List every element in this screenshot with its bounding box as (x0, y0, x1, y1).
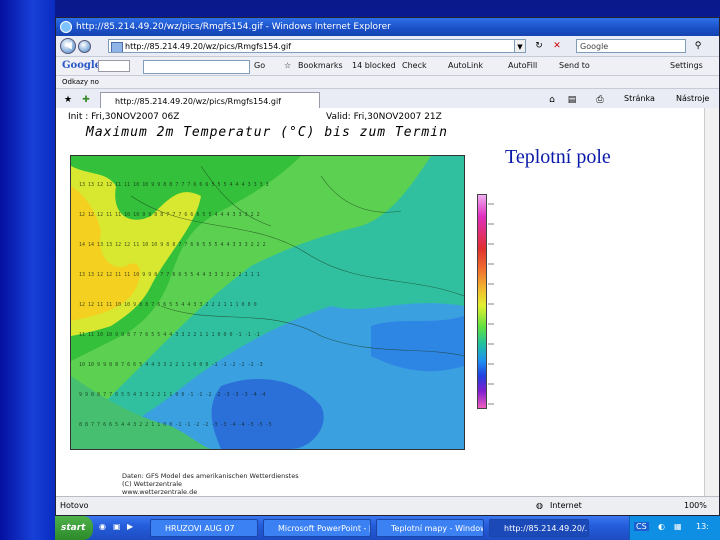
vertical-scrollbar[interactable] (704, 108, 719, 498)
slide-caption: Teplotní pole (505, 146, 611, 168)
home-icon[interactable]: ⌂ (546, 94, 558, 106)
address-text: http://85.214.49.20/wz/pics/Rmgfs154.gif (125, 42, 291, 51)
svg-text:8 8 7 7 6 6 5 4 4 3 2 2 1 1 0: 8 8 7 7 6 6 5 4 4 3 2 2 1 1 0 0 -1 -1 -2… (79, 422, 272, 428)
color-scale-tick-marks (488, 203, 494, 405)
map-credits: Daten: GFS Model des amerikanischen Wett… (122, 472, 299, 496)
window-title: http://85.214.49.20/wz/pics/Rmgfs154.gif… (76, 22, 391, 32)
favorites-label[interactable]: Odkazy no (62, 76, 99, 88)
svg-text:13 13 12 12 11 11 10 10 9 9 8: 13 13 12 12 11 11 10 10 9 9 8 8 7 7 7 6 … (79, 182, 269, 188)
tab-label: http://85.214.49.20/wz/pics/Rmgfs154.gif (115, 97, 281, 106)
status-text: Hotovo (60, 501, 89, 510)
security-zone: Internet (550, 501, 582, 510)
temperature-map: 13 13 12 12 11 11 10 10 9 9 8 8 7 7 7 6 … (70, 155, 465, 450)
slide-left-bar (0, 0, 55, 540)
browser-window: http://85.214.49.20/wz/pics/Rmgfs154.gif… (55, 17, 720, 516)
taskbar-item-browser[interactable]: http://85.214.49.20/... (489, 519, 589, 537)
feeds-icon[interactable]: ▤ (566, 94, 578, 106)
tray-icon[interactable]: ◐ (658, 522, 665, 531)
clock: 13: (696, 522, 709, 531)
send-to-button[interactable]: Send to (559, 60, 590, 72)
taskbar: start ◉ ▣ ▶ HRUZOVI AUG 07 Microsoft Pow… (55, 516, 720, 540)
forward-button[interactable] (78, 40, 91, 53)
language-indicator[interactable]: CS (634, 522, 649, 531)
map-valid-time: Valid: Fri,30NOV2007 21Z (326, 112, 442, 122)
google-logo: Google (62, 60, 102, 71)
google-toolbar: Google Go ☆ Bookmarks 14 blocked Check A… (56, 57, 719, 76)
ie-icon (60, 21, 72, 33)
svg-text:12 12 11 11 10 10 9 8 8 7 6 6: 12 12 11 11 10 10 9 8 8 7 6 6 5 5 4 4 3 … (79, 302, 257, 308)
quicklaunch-ie-icon[interactable]: ◉ (99, 522, 106, 531)
temperature-color-scale (477, 194, 487, 409)
bookmarks-icon[interactable]: ☆ (284, 60, 291, 72)
check-button[interactable]: Check (402, 60, 427, 72)
svg-text:13 13 12 12 11 11 10 9 9 8 7 7: 13 13 12 12 11 11 10 9 9 8 7 7 6 6 5 5 4… (79, 272, 260, 278)
color-scale-ticks (488, 194, 500, 409)
svg-text:14 14 13 13 12 12 11 10 10 9 8: 14 14 13 13 12 12 11 10 10 9 8 8 7 7 6 6… (79, 242, 266, 248)
system-tray: CS ◐ ▦ 13: (629, 516, 720, 540)
back-button[interactable]: ◀ (60, 38, 76, 54)
autolink-button[interactable]: AutoLink (448, 60, 483, 72)
temperature-map-graphic: 13 13 12 12 11 11 10 10 9 9 8 8 7 7 7 6 … (71, 156, 464, 449)
google-toolbar-menu[interactable] (98, 60, 130, 72)
page-content: Init : Fri,30NOV2007 06Z Valid: Fri,30NO… (56, 108, 719, 496)
map-title: Maximum 2m Temperatur (°C) bis zum Termi… (86, 125, 448, 140)
address-bar[interactable]: http://85.214.49.20/wz/pics/Rmgfs154.gif… (108, 39, 526, 53)
autofill-button[interactable]: AutoFill (508, 60, 537, 72)
taskbar-item-folder[interactable]: HRUZOVI AUG 07 (150, 519, 258, 537)
start-button[interactable]: start (55, 516, 93, 540)
globe-icon: ◍ (536, 501, 543, 510)
map-init-time: Init : Fri,30NOV2007 06Z (68, 112, 180, 122)
svg-text:10 10 9 9 8 8 7 6 6 5 4 4 3 3: 10 10 9 9 8 8 7 6 6 5 4 4 3 3 2 2 1 1 0 … (79, 362, 263, 368)
window-titlebar[interactable]: http://85.214.49.20/wz/pics/Rmgfs154.gif… (56, 18, 719, 36)
favorites-star-icon[interactable]: ★ (62, 94, 74, 106)
settings-button[interactable]: Settings (670, 60, 703, 72)
address-dropdown-icon[interactable]: ▼ (514, 40, 525, 52)
tab-current[interactable]: http://85.214.49.20/wz/pics/Rmgfs154.gif (100, 92, 320, 109)
search-icon[interactable]: ⚲ (692, 40, 704, 52)
print-icon[interactable]: ⎙ (594, 94, 606, 106)
popup-blocked-button[interactable]: 14 blocked (352, 60, 396, 72)
search-input[interactable]: Google (576, 39, 686, 53)
svg-text:11 11 10 10 9 9 8 7 7 6 5 5 4: 11 11 10 10 9 9 8 7 7 6 5 5 4 4 3 3 2 2 … (79, 332, 260, 338)
quicklaunch-media-icon[interactable]: ▶ (127, 522, 133, 531)
page-icon (111, 42, 123, 52)
svg-text:12 12 12 11 11 10 10 9 9 8 8 7: 12 12 12 11 11 10 10 9 9 8 8 7 7 7 6 6 6… (79, 212, 260, 218)
quicklaunch-desktop-icon[interactable]: ▣ (113, 522, 121, 531)
google-search-input[interactable] (143, 60, 250, 74)
google-go-button[interactable]: Go (254, 60, 265, 72)
status-bar: Hotovo ◍ Internet 100% (56, 496, 719, 515)
favorites-row: Odkazy no (56, 76, 719, 89)
taskbar-item-teplotni-mapy[interactable]: Teplotní mapy - Windows... (376, 519, 484, 537)
svg-text:9 9 8 8 7 7 6 5 5 4 3 3 2 2 1: 9 9 8 8 7 7 6 5 5 4 3 3 2 2 1 1 0 0 -1 -… (79, 392, 266, 398)
stop-icon[interactable]: ✕ (551, 40, 563, 52)
page-menu[interactable]: Stránka (624, 94, 655, 103)
address-row: ◀ http://85.214.49.20/wz/pics/Rmgfs154.g… (56, 36, 719, 57)
add-favorite-icon[interactable]: ✚ (80, 94, 92, 106)
tools-menu[interactable]: Nástroje (676, 94, 709, 103)
taskbar-item-powerpoint[interactable]: Microsoft PowerPoint - [... (263, 519, 371, 537)
tray-network-icon[interactable]: ▦ (674, 522, 682, 531)
bookmarks-button[interactable]: Bookmarks (298, 60, 343, 72)
zoom-level[interactable]: 100% (684, 497, 707, 515)
refresh-icon[interactable]: ↻ (533, 40, 545, 52)
